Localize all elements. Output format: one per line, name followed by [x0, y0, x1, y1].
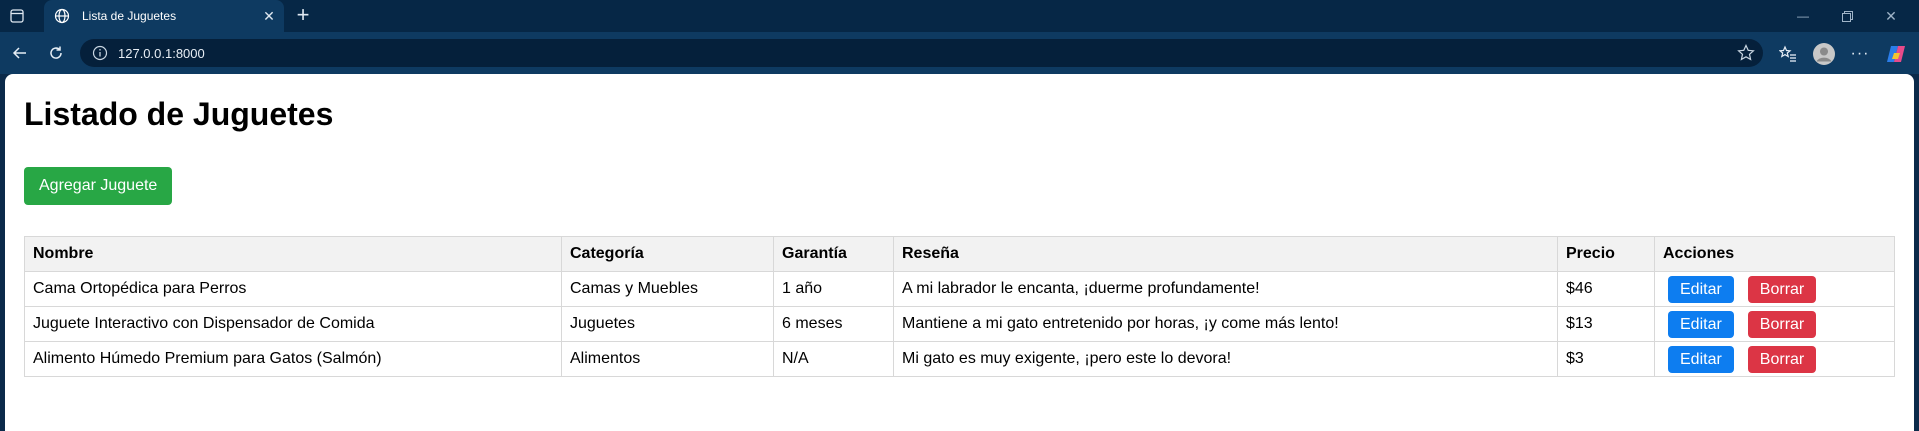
edit-button[interactable]: Editar	[1668, 345, 1734, 373]
browser-tab[interactable]: Lista de Juguetes ✕	[44, 0, 284, 32]
favorite-star-icon[interactable]	[1737, 44, 1755, 62]
edit-button[interactable]: Editar	[1668, 310, 1734, 338]
copilot-icon[interactable]	[1885, 43, 1907, 65]
page-title: Listado de Juguetes	[24, 96, 334, 132]
cell-precio: $13	[1557, 306, 1655, 342]
cell-acciones: Editar Borrar	[1654, 341, 1895, 377]
header-precio: Precio	[1557, 236, 1655, 272]
close-tab-icon[interactable]: ✕	[258, 8, 280, 25]
header-resena: Reseña	[893, 236, 1558, 272]
toys-table: Nombre Categoría Garantía Reseña Precio …	[24, 236, 1895, 377]
cell-precio: $46	[1557, 271, 1655, 307]
header-categoria: Categoría	[561, 236, 774, 272]
browser-titlebar: Lista de Juguetes ✕ + — ✕	[0, 0, 1919, 32]
cell-categoria: Alimentos	[561, 341, 774, 377]
cell-resena: Mi gato es muy exigente, ¡pero este lo d…	[893, 341, 1558, 377]
globe-icon	[54, 8, 70, 24]
edit-button[interactable]: Editar	[1668, 275, 1734, 303]
back-icon[interactable]	[8, 41, 32, 65]
cell-precio: $3	[1557, 341, 1655, 377]
cell-categoria: Camas y Muebles	[561, 271, 774, 307]
new-tab-icon[interactable]: +	[291, 4, 315, 28]
site-info-icon[interactable]	[92, 45, 108, 61]
add-toy-button[interactable]: Agregar Juguete	[24, 167, 173, 205]
delete-button[interactable]: Borrar	[1747, 345, 1817, 373]
profile-avatar-icon[interactable]	[1813, 43, 1835, 65]
table-row: Juguete Interactivo con Dispensador de C…	[24, 306, 1895, 342]
cell-resena: A mi labrador le encanta, ¡duerme profun…	[893, 271, 1558, 307]
header-garantia: Garantía	[773, 236, 894, 272]
header-nombre: Nombre	[24, 236, 562, 272]
table-row: Cama Ortopédica para Perros Camas y Mueb…	[24, 271, 1895, 307]
cell-categoria: Juguetes	[561, 306, 774, 342]
delete-button[interactable]: Borrar	[1747, 310, 1817, 338]
cell-acciones: Editar Borrar	[1654, 306, 1895, 342]
cell-nombre: Alimento Húmedo Premium para Gatos (Salm…	[24, 341, 562, 377]
cell-resena: Mantiene a mi gato entretenido por horas…	[893, 306, 1558, 342]
page-viewport: Listado de Juguetes Agregar Juguete Nomb…	[5, 74, 1914, 431]
cell-garantia: 1 año	[773, 271, 894, 307]
reload-icon[interactable]	[44, 41, 68, 65]
window-close-icon[interactable]: ✕	[1869, 0, 1913, 32]
tab-title: Lista de Juguetes	[82, 9, 177, 23]
delete-button[interactable]: Borrar	[1747, 275, 1817, 303]
cell-acciones: Editar Borrar	[1654, 271, 1895, 307]
header-acciones: Acciones	[1654, 236, 1895, 272]
restore-icon[interactable]	[1825, 0, 1869, 32]
cell-garantia: N/A	[773, 341, 894, 377]
minimize-icon[interactable]: —	[1781, 0, 1825, 32]
table-header-row: Nombre Categoría Garantía Reseña Precio …	[24, 236, 1895, 272]
cell-nombre: Juguete Interactivo con Dispensador de C…	[24, 306, 562, 342]
table-row: Alimento Húmedo Premium para Gatos (Salm…	[24, 341, 1895, 377]
favorites-icon[interactable]	[1777, 43, 1799, 65]
url-text[interactable]: 127.0.0.1:8000	[118, 46, 1737, 61]
more-menu-icon[interactable]: ···	[1849, 43, 1871, 65]
address-bar[interactable]: 127.0.0.1:8000	[80, 39, 1763, 67]
browser-toolbar: 127.0.0.1:8000 ···	[0, 32, 1919, 74]
cell-garantia: 6 meses	[773, 306, 894, 342]
tab-actions-icon[interactable]	[8, 7, 26, 25]
cell-nombre: Cama Ortopédica para Perros	[24, 271, 562, 307]
